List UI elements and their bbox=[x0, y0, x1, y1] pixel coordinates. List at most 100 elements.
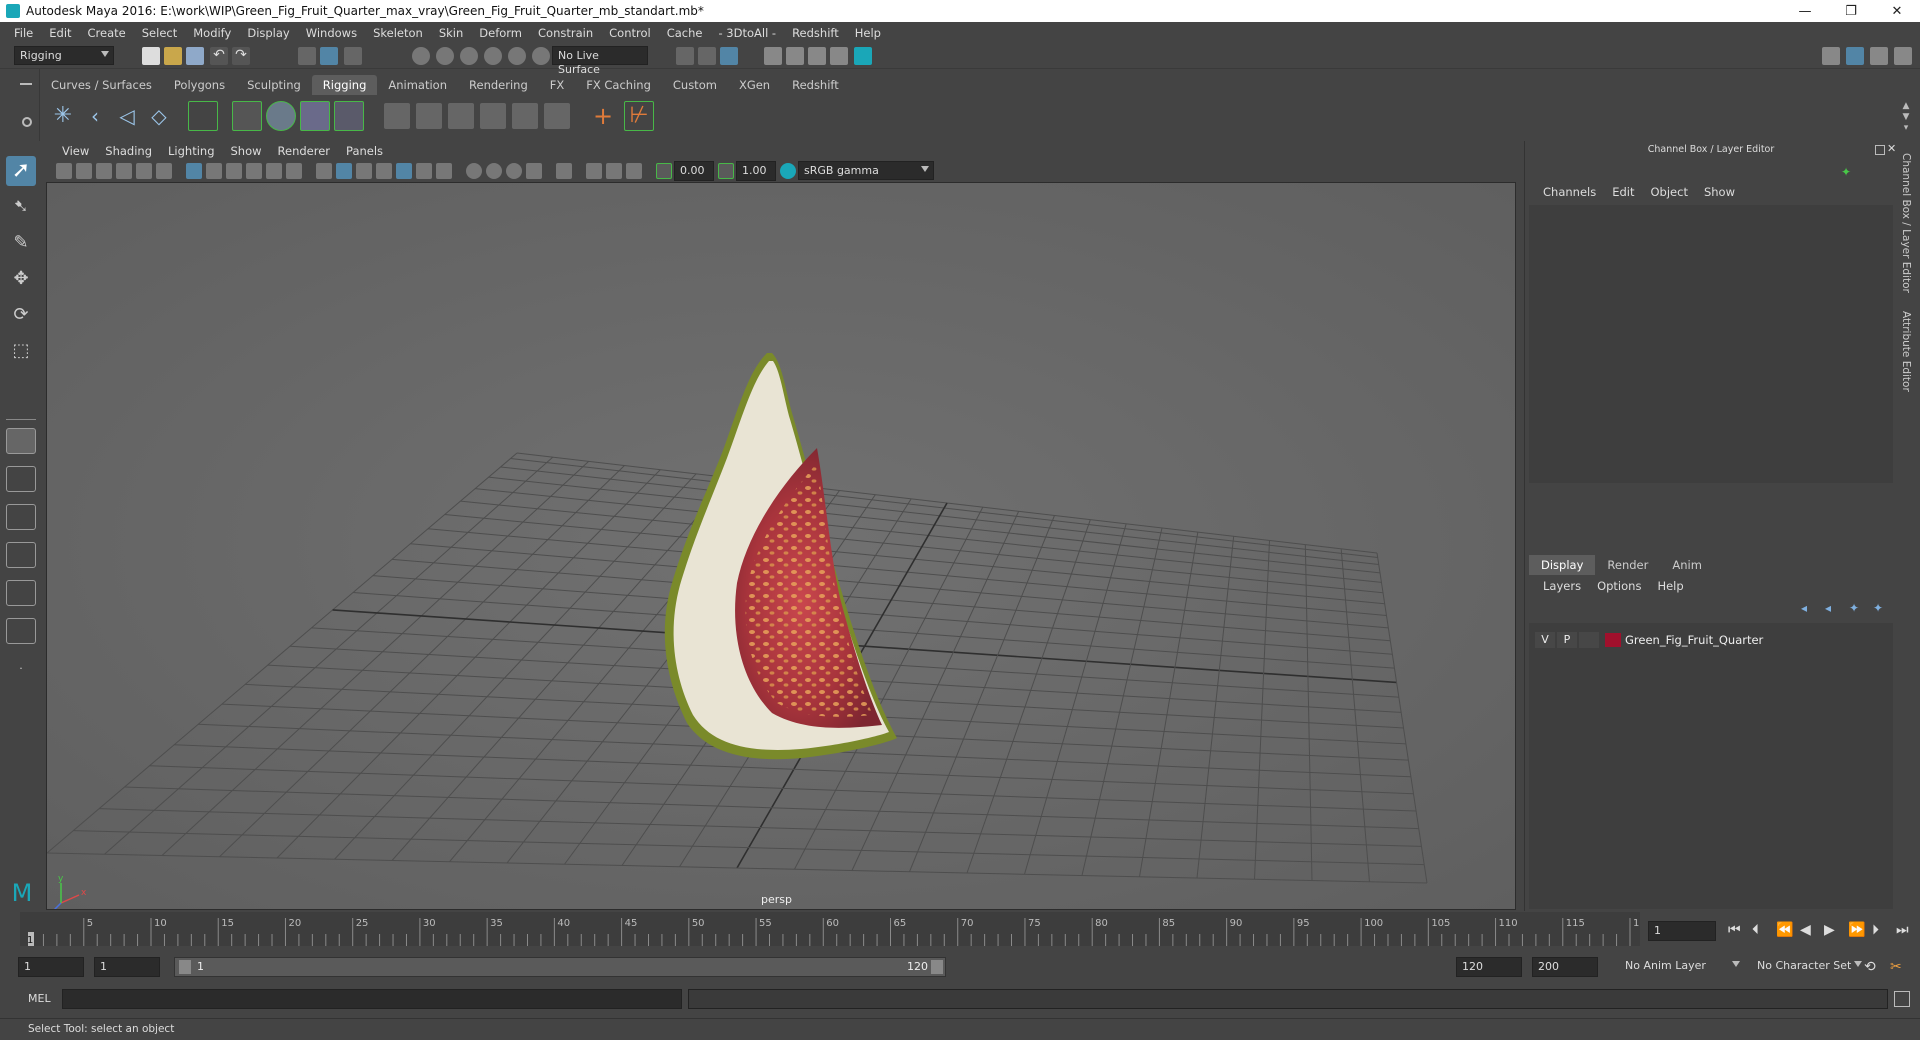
ambient-occlusion-icon[interactable] bbox=[466, 163, 482, 179]
playback-start-field[interactable]: 1 bbox=[94, 957, 160, 977]
wireframe-on-shaded-icon[interactable] bbox=[376, 163, 392, 179]
side-tab-channel-box[interactable]: Channel Box / Layer Editor bbox=[1900, 153, 1912, 293]
time-slider[interactable]: 5 10 15 20 25 30 35 40 45 50 55 60 65 70 75 80 85 90 95 100… bbox=[20, 912, 1640, 946]
gate-mask-icon[interactable] bbox=[246, 163, 262, 179]
anim-layer-dropdown[interactable]: No Anim Layer bbox=[1620, 957, 1744, 976]
depth-of-field-icon[interactable] bbox=[526, 163, 542, 179]
textured-icon[interactable] bbox=[396, 163, 412, 179]
render-view-icon[interactable] bbox=[698, 47, 716, 65]
command-input[interactable] bbox=[62, 989, 682, 1009]
viewport-menu-view[interactable]: View bbox=[54, 144, 97, 158]
grease-pencil-icon[interactable] bbox=[156, 163, 172, 179]
orient-constraint-icon[interactable] bbox=[448, 103, 474, 129]
exposure-field[interactable]: 0.00 bbox=[674, 161, 714, 181]
viewport-menu-renderer[interactable]: Renderer bbox=[270, 144, 339, 158]
step-back-frame-icon[interactable]: ⏴ bbox=[1752, 922, 1759, 938]
perspective-viewport[interactable]: x y persp bbox=[46, 182, 1516, 910]
layer-tab-display[interactable]: Display bbox=[1529, 555, 1596, 575]
layer-color-swatch[interactable] bbox=[1605, 633, 1621, 647]
select-component-icon[interactable] bbox=[344, 47, 362, 65]
2d-pan-zoom-icon[interactable] bbox=[136, 163, 152, 179]
ik-handle-icon[interactable]: ‹ bbox=[82, 103, 108, 129]
move-layer-up-icon[interactable]: ◂ bbox=[1801, 601, 1807, 615]
menu-windows[interactable]: Windows bbox=[298, 26, 365, 40]
snap-view-icon[interactable] bbox=[484, 47, 502, 65]
live-surface-field[interactable]: No Live Surface bbox=[552, 46, 648, 76]
locator-icon[interactable]: + bbox=[590, 103, 616, 129]
range-end-handle[interactable] bbox=[931, 960, 943, 974]
xray-joints-icon[interactable] bbox=[626, 163, 642, 179]
bind-skin-icon[interactable] bbox=[232, 101, 262, 131]
viewport-menu-panels[interactable]: Panels bbox=[338, 144, 391, 158]
persp-outliner-layout-icon[interactable] bbox=[6, 580, 36, 606]
humanik-icon[interactable] bbox=[188, 101, 218, 131]
close-button[interactable]: ✕ bbox=[1874, 4, 1920, 19]
snap-curve-icon[interactable] bbox=[436, 47, 454, 65]
current-frame-field[interactable]: 1 bbox=[1648, 921, 1716, 941]
menu-help[interactable]: Help bbox=[847, 26, 889, 40]
animation-preferences-icon[interactable]: ✂ bbox=[1890, 959, 1902, 975]
snap-vertex-icon[interactable] bbox=[532, 47, 550, 65]
shelf-menu-icon[interactable] bbox=[20, 83, 32, 85]
redo-icon[interactable]: ↷ bbox=[232, 47, 250, 65]
select-hierarchy-icon[interactable] bbox=[298, 47, 316, 65]
gamma-icon[interactable] bbox=[718, 163, 734, 179]
command-language-label[interactable]: MEL bbox=[28, 992, 51, 1005]
exposure-icon[interactable] bbox=[656, 163, 672, 179]
snap-grid-icon[interactable] bbox=[412, 47, 430, 65]
layer-row[interactable]: V P Green_Fig_Fruit_Quarter bbox=[1535, 631, 1887, 649]
xray-icon[interactable] bbox=[586, 163, 602, 179]
save-scene-icon[interactable] bbox=[186, 47, 204, 65]
new-layer-icon[interactable]: ✦ bbox=[1849, 601, 1859, 615]
scale-constraint-icon[interactable] bbox=[480, 103, 506, 129]
smooth-shade-icon[interactable] bbox=[336, 163, 352, 179]
aim-constraint-icon[interactable] bbox=[512, 103, 538, 129]
menu-deform[interactable]: Deform bbox=[471, 26, 530, 40]
viewport-menu-shading[interactable]: Shading bbox=[97, 144, 160, 158]
channel-show-menu[interactable]: Show bbox=[1696, 185, 1743, 199]
construction-history-icon[interactable] bbox=[676, 47, 694, 65]
insert-joint-icon[interactable]: ◇ bbox=[146, 103, 172, 129]
isolate-select-icon[interactable] bbox=[556, 163, 572, 179]
shelf-tab-sculpting[interactable]: Sculpting bbox=[236, 75, 312, 95]
layer-name[interactable]: Green_Fig_Fruit_Quarter bbox=[1625, 633, 1763, 647]
shelf-tab-rigging[interactable]: Rigging bbox=[311, 75, 378, 95]
menu-constrain[interactable]: Constrain bbox=[530, 26, 601, 40]
parent-constraint-icon[interactable]: ⊬ bbox=[624, 101, 654, 131]
menu-skeleton[interactable]: Skeleton bbox=[365, 26, 431, 40]
layer-help-menu[interactable]: Help bbox=[1649, 579, 1691, 593]
wireframe-icon[interactable] bbox=[316, 163, 332, 179]
safe-action-icon[interactable] bbox=[286, 163, 302, 179]
snap-surface-icon[interactable] bbox=[508, 47, 526, 65]
render-frame-icon[interactable] bbox=[764, 47, 782, 65]
side-tab-attribute-editor[interactable]: Attribute Editor bbox=[1900, 311, 1912, 392]
step-forward-key-icon[interactable]: ⏩ bbox=[1848, 922, 1865, 938]
color-management-icon[interactable] bbox=[780, 163, 796, 179]
shelf-tab-curves-surfaces[interactable]: Curves / Surfaces bbox=[40, 75, 163, 95]
ik-spline-icon[interactable]: ◁ bbox=[114, 103, 140, 129]
persp-graph-layout-icon[interactable] bbox=[6, 542, 36, 568]
menu-edit[interactable]: Edit bbox=[41, 26, 79, 40]
paint-select-tool-icon[interactable]: ✎ bbox=[6, 228, 36, 258]
select-object-icon[interactable] bbox=[320, 47, 338, 65]
shelf-tab-fx[interactable]: FX bbox=[539, 75, 576, 95]
pole-vector-icon[interactable] bbox=[544, 103, 570, 129]
layer-display-type-toggle[interactable] bbox=[1579, 632, 1599, 648]
shelf-settings-icon[interactable] bbox=[22, 117, 32, 127]
new-layer-selected-icon[interactable]: ✦ bbox=[1873, 601, 1883, 615]
script-editor-icon[interactable] bbox=[1894, 991, 1910, 1007]
render-globals-icon[interactable] bbox=[808, 47, 826, 65]
shadows-icon[interactable] bbox=[436, 163, 452, 179]
layer-tab-render[interactable]: Render bbox=[1595, 555, 1660, 575]
resolution-gate-icon[interactable] bbox=[226, 163, 242, 179]
playback-end-field[interactable]: 120 bbox=[1456, 957, 1522, 977]
shelf-tab-custom[interactable]: Custom bbox=[662, 75, 728, 95]
xray-active-components-icon[interactable] bbox=[606, 163, 622, 179]
move-layer-down-icon[interactable]: ◂ bbox=[1825, 601, 1831, 615]
film-gate-icon[interactable] bbox=[206, 163, 222, 179]
menu-select[interactable]: Select bbox=[134, 26, 185, 40]
motion-blur-icon[interactable] bbox=[486, 163, 502, 179]
play-forwards-icon[interactable]: ▶ bbox=[1824, 922, 1835, 938]
snap-point-icon[interactable] bbox=[460, 47, 478, 65]
range-slider[interactable]: 1 120 bbox=[174, 957, 946, 977]
